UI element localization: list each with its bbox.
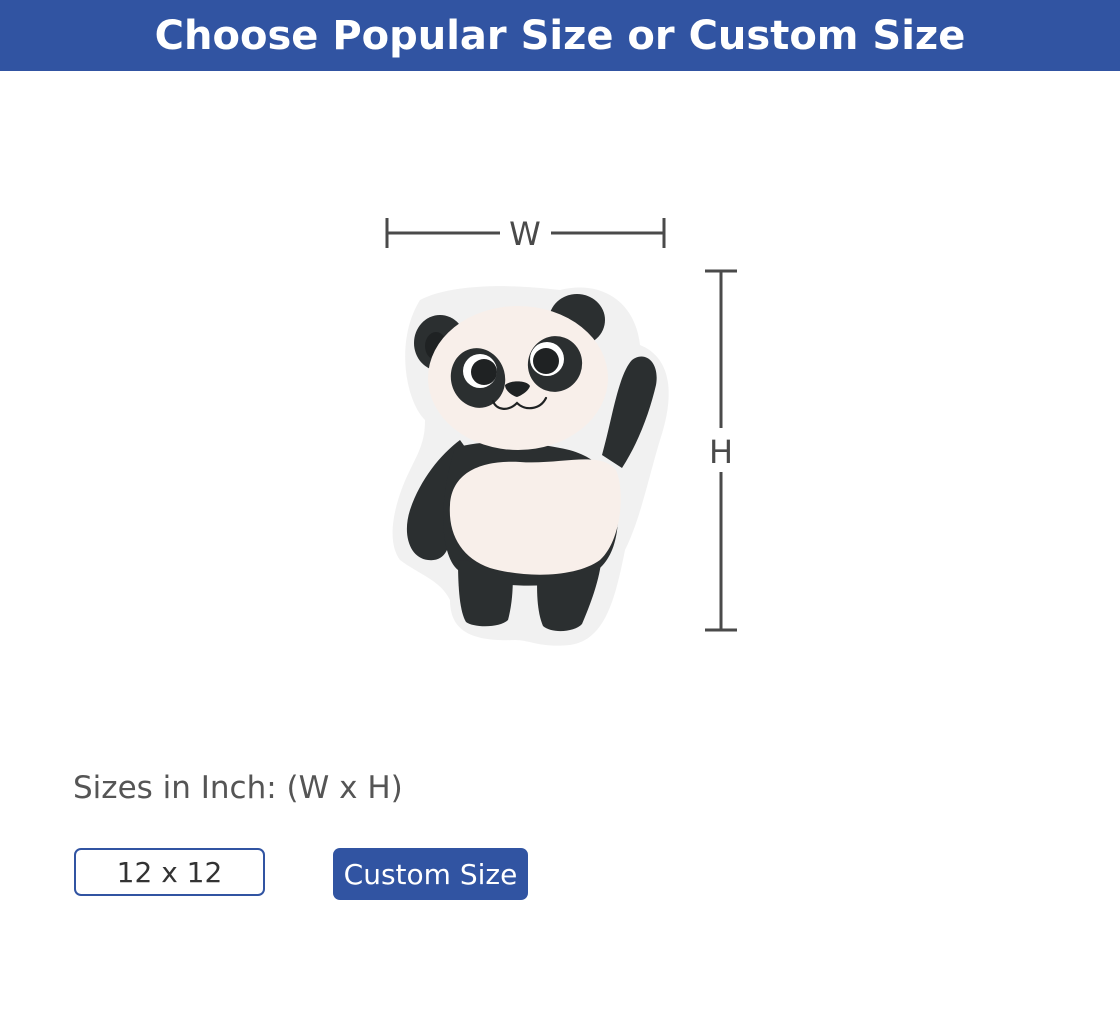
- width-label: W: [509, 215, 541, 253]
- panda-sticker-image: [392, 286, 669, 646]
- height-label: H: [709, 433, 733, 471]
- custom-size-button-label: Custom Size: [343, 857, 518, 891]
- custom-size-button[interactable]: Custom Size: [333, 848, 528, 900]
- size-option-12x12[interactable]: 12 x 12: [74, 848, 265, 896]
- sizes-label: Sizes in Inch: (W x H): [73, 770, 403, 806]
- size-option-label: 12 x 12: [116, 855, 223, 889]
